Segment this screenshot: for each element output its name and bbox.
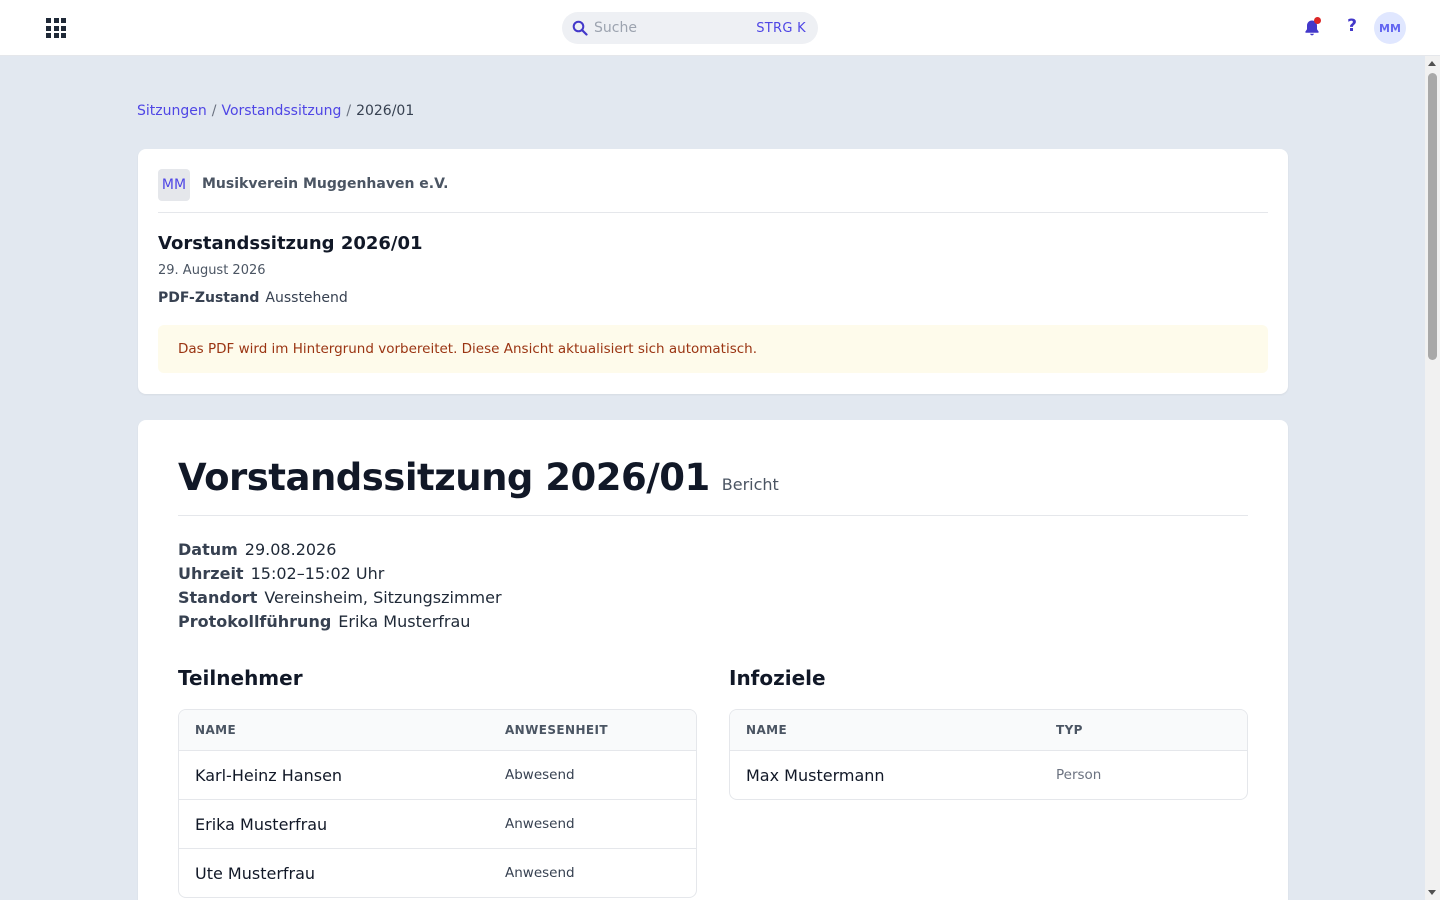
pdf-state: PDF-Zustand Ausstehend (158, 290, 348, 306)
detail-standort: Standort Vereinsheim, Sitzungszimmer (178, 586, 502, 610)
table-row: Erika Musterfrau Anwesend (179, 799, 696, 848)
detail-datum: Datum 29.08.2026 (178, 538, 502, 562)
table-row: Karl-Heinz Hansen Abwesend (179, 750, 696, 799)
search-icon (572, 20, 588, 36)
breadcrumb-link-vorstandssitzung[interactable]: Vorstandssitzung (221, 103, 341, 119)
participants-table: NAME ANWESENHEIT Karl-Heinz Hansen Abwes… (178, 709, 697, 898)
table-header: NAME TYP (730, 710, 1247, 750)
participant-attendance: Abwesend (505, 767, 575, 783)
meeting-title: Vorstandssitzung 2026/01 (158, 233, 423, 254)
breadcrumb-separator: / (346, 103, 352, 119)
table-row: Max Mustermann Person (730, 750, 1247, 799)
detail-label: Datum (178, 540, 238, 559)
page-scrollbar[interactable] (1425, 56, 1440, 900)
infotargets-title: Infoziele (729, 666, 826, 690)
infotarget-name: Max Mustermann (746, 765, 885, 785)
breadcrumb-separator: / (211, 103, 217, 119)
scroll-down-arrow-icon[interactable] (1428, 890, 1436, 895)
scrollbar-thumb[interactable] (1428, 73, 1437, 360)
pdf-state-value: Ausstehend (265, 290, 348, 306)
breadcrumb-current: 2026/01 (356, 103, 415, 119)
column-header-name: NAME (746, 723, 788, 737)
detail-value: Erika Musterfrau (338, 612, 471, 631)
user-avatar[interactable]: MM (1374, 12, 1406, 44)
detail-uhrzeit: Uhrzeit 15:02–15:02 Uhr (178, 562, 502, 586)
participant-attendance: Anwesend (505, 816, 575, 832)
detail-value: 15:02–15:02 Uhr (250, 564, 385, 583)
help-icon[interactable]: ? (1343, 16, 1361, 40)
column-header-attendance: ANWESENHEIT (505, 723, 608, 737)
scroll-up-arrow-icon[interactable] (1428, 61, 1436, 66)
table-header: NAME ANWESENHEIT (179, 710, 696, 750)
search-shortcut-hint: STRG K (756, 20, 806, 36)
organization-name: Musikverein Muggenhaven e.V. (202, 176, 449, 192)
participants-title: Teilnehmer (178, 666, 303, 690)
report-details: Datum 29.08.2026 Uhrzeit 15:02–15:02 Uhr S… (178, 538, 502, 634)
breadcrumb-link-sitzungen[interactable]: Sitzungen (137, 103, 207, 119)
breadcrumb: Sitzungen / Vorstandssitzung / 2026/01 (137, 103, 414, 119)
detail-label: Standort (178, 588, 258, 607)
report-kind: Bericht (721, 475, 779, 494)
organization-avatar: MM (158, 169, 190, 201)
notification-dot (1314, 17, 1321, 24)
meeting-summary-card: MM Musikverein Muggenhaven e.V. Vorstand… (138, 149, 1288, 394)
participant-name: Ute Musterfrau (195, 863, 316, 883)
detail-protokollfuehrung: Protokollführung Erika Musterfrau (178, 610, 502, 634)
app-grid-icon[interactable] (44, 16, 68, 40)
notifications-bell-icon[interactable] (1302, 17, 1322, 38)
participant-name: Erika Musterfrau (195, 814, 328, 834)
search-box[interactable]: STRG K (562, 12, 818, 44)
participant-attendance: Anwesend (505, 865, 575, 881)
participant-name: Karl-Heinz Hansen (195, 765, 343, 785)
meeting-date: 29. August 2026 (158, 263, 266, 278)
infotargets-table: NAME TYP Max Mustermann Person (729, 709, 1248, 800)
infotarget-type: Person (1056, 767, 1102, 783)
report-header: Vorstandssitzung 2026/01 Bericht (178, 456, 1248, 516)
column-header-type: TYP (1056, 723, 1083, 737)
detail-label: Uhrzeit (178, 564, 244, 583)
column-header-name: NAME (195, 723, 237, 737)
detail-value: 29.08.2026 (244, 540, 337, 559)
top-bar: STRG K ? MM (0, 0, 1440, 56)
table-row: Ute Musterfrau Anwesend (179, 848, 696, 897)
detail-value: Vereinsheim, Sitzungszimmer (264, 588, 502, 607)
report-title: Vorstandssitzung 2026/01 (178, 456, 710, 499)
pdf-state-label: PDF-Zustand (158, 290, 260, 306)
pdf-pending-notice: Das PDF wird im Hintergrund vorbereitet.… (158, 325, 1268, 373)
search-input[interactable] (594, 20, 757, 36)
report-card: Vorstandssitzung 2026/01 Bericht Datum 29… (138, 420, 1288, 900)
organization-row: MM Musikverein Muggenhaven e.V. (158, 169, 1268, 213)
detail-label: Protokollführung (178, 612, 332, 631)
